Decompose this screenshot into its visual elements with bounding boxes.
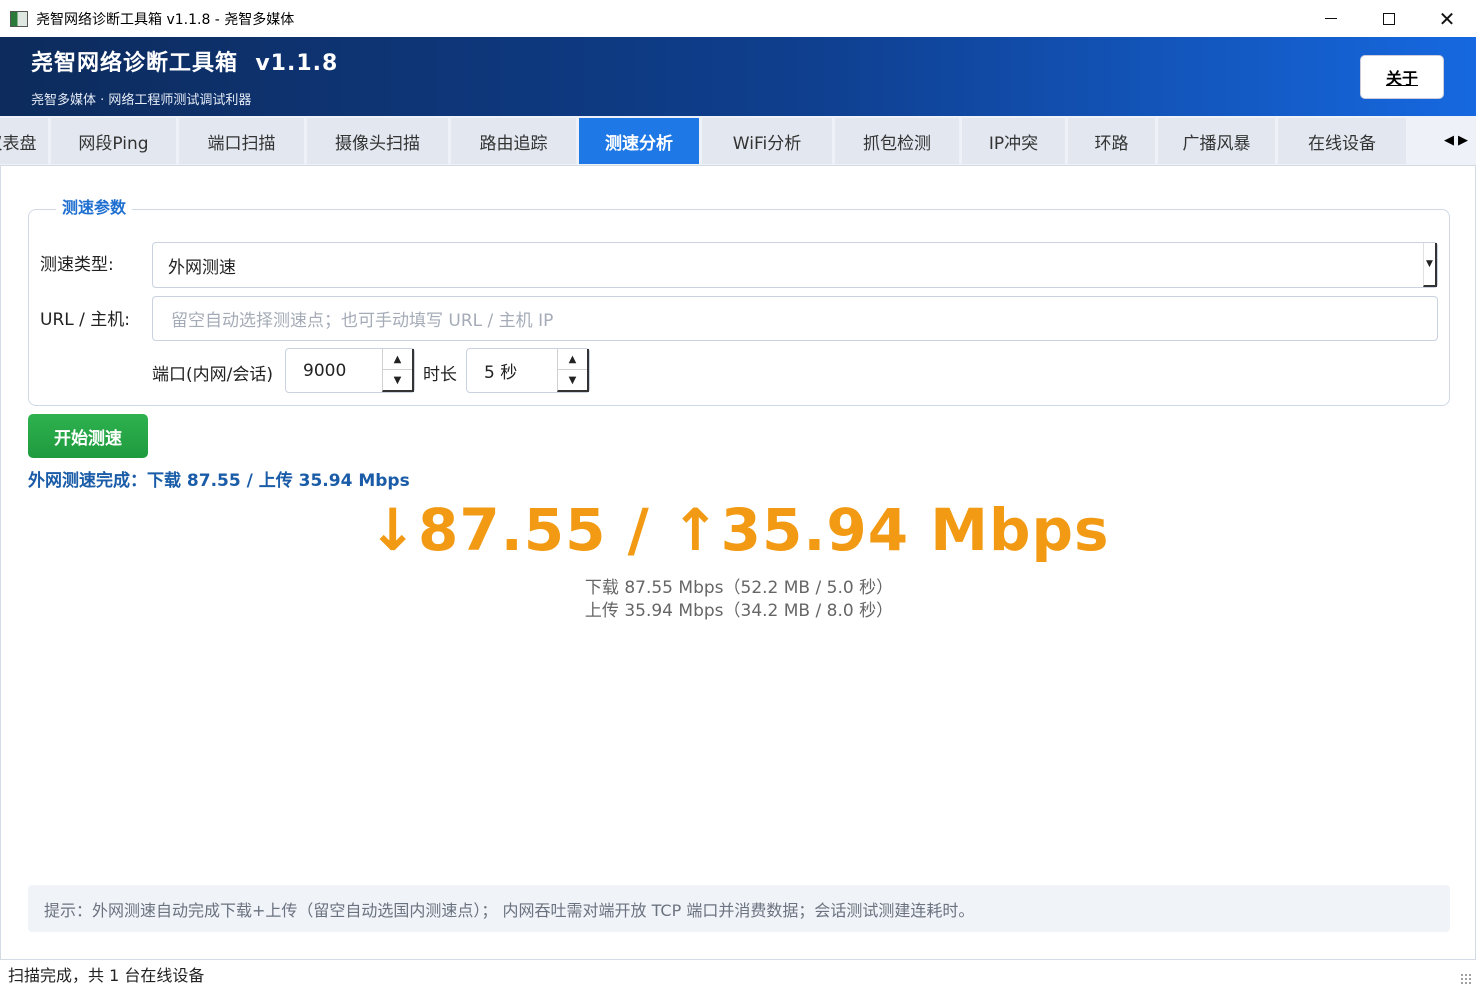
test-type-select[interactable]: 外网测速 ▼ [152, 242, 1438, 288]
speed-test-panel: 测速参数 测速类型: 外网测速 ▼ URL / 主机: 留空自动选择测速点；也可… [0, 165, 1476, 960]
tab-ip-conflict[interactable]: IP冲突 [962, 118, 1065, 164]
status-bar-text: 扫描完成，共 1 台在线设备 [8, 966, 205, 985]
params-group-title: 测速参数 [56, 194, 133, 218]
test-type-value: 外网测速 [168, 257, 236, 278]
minimize-icon [1325, 18, 1337, 19]
url-input[interactable]: 留空自动选择测速点；也可手动填写 URL / 主机 IP [152, 296, 1438, 341]
hint-box: 提示：外网测速自动完成下载+上传（留空自动选国内测速点）； 内网吞吐需对端开放 … [28, 885, 1450, 932]
tab-traceroute[interactable]: 路由追踪 [451, 118, 576, 164]
app-icon [10, 10, 28, 27]
port-decrement-icon[interactable]: ▼ [383, 369, 412, 390]
port-spinbox[interactable]: 9000 ▲ ▼ [285, 348, 415, 393]
tab-port-scan[interactable]: 端口扫描 [179, 118, 304, 164]
tab-subnet-ping[interactable]: 网段Ping [51, 118, 176, 164]
hint-text: 提示：外网测速自动完成下载+上传（留空自动选国内测速点）； 内网吞吐需对端开放 … [44, 900, 975, 920]
chevron-down-icon[interactable]: ▼ [1423, 243, 1437, 287]
tab-scroll-left-icon[interactable]: ◀ [1444, 133, 1454, 148]
speed-headline: ↓87.55 / ↑35.94 Mbps [368, 496, 1110, 564]
about-button[interactable]: 关于 [1360, 55, 1444, 99]
maximize-button[interactable] [1360, 0, 1418, 37]
port-increment-icon[interactable]: ▲ [383, 349, 412, 369]
port-spin-arrows: ▲ ▼ [382, 349, 414, 392]
tab-speed-test[interactable]: 测速分析 [579, 118, 699, 164]
app-name: 尧智网络诊断工具箱 v1.1.8 [31, 51, 339, 76]
duration-label: 时长 [423, 365, 457, 385]
maximize-icon [1383, 12, 1395, 25]
tab-camera-scan[interactable]: 摄像头扫描 [307, 118, 448, 164]
port-value: 9000 [303, 360, 347, 381]
duration-spin-arrows: ▲ ▼ [557, 349, 589, 392]
close-icon: ✕ [1438, 6, 1456, 31]
resize-grip-icon[interactable] [1460, 973, 1472, 985]
tab-scroll-controls: ◀ ▶ [1436, 116, 1476, 165]
url-label: URL / 主机: [40, 310, 130, 330]
url-placeholder: 留空自动选择测速点；也可手动填写 URL / 主机 IP [171, 311, 554, 331]
tab-scroll-right-icon[interactable]: ▶ [1458, 133, 1468, 148]
download-detail: 下载 87.55 Mbps（52.2 MB / 5.0 秒） [584, 578, 894, 598]
params-group: 测速参数 测速类型: 外网测速 ▼ URL / 主机: 留空自动选择测速点；也可… [28, 194, 1450, 406]
port-label: 端口(内网/会话) [152, 365, 273, 385]
header-banner: 尧智网络诊断工具箱 v1.1.8 尧智多媒体 · 网络工程师测试调试利器 关于 [0, 37, 1476, 116]
tab-packet-capture[interactable]: 抓包检测 [835, 118, 959, 164]
app-subtitle: 尧智多媒体 · 网络工程师测试调试利器 [31, 93, 252, 108]
minimize-button[interactable] [1302, 0, 1360, 37]
window-controls: ✕ [1302, 0, 1476, 37]
status-bar: 扫描完成，共 1 台在线设备 [0, 960, 1476, 988]
duration-spinbox[interactable]: 5 秒 ▲ ▼ [466, 348, 590, 393]
tab-online-devices[interactable]: 在线设备 [1278, 118, 1406, 164]
window-titlebar: 尧智网络诊断工具箱 v1.1.8 - 尧智多媒体 ✕ [0, 0, 1476, 37]
upload-detail: 上传 35.94 Mbps（34.2 MB / 8.0 秒） [584, 601, 894, 621]
duration-increment-icon[interactable]: ▲ [558, 349, 587, 369]
tab-dashboard[interactable]: 仪表盘 [0, 118, 48, 164]
test-type-label: 测速类型: [40, 255, 114, 275]
tab-wifi-analysis[interactable]: WiFi分析 [702, 118, 832, 164]
tab-bar: 仪表盘 网段Ping 端口扫描 摄像头扫描 路由追踪 测速分析 WiFi分析 抓… [0, 116, 1476, 165]
start-test-button[interactable]: 开始测速 [28, 414, 148, 458]
duration-decrement-icon[interactable]: ▼ [558, 369, 587, 390]
tab-broadcast-storm[interactable]: 广播风暴 [1158, 118, 1275, 164]
tab-loop[interactable]: 环路 [1068, 118, 1155, 164]
duration-value: 5 秒 [484, 363, 518, 383]
window-title: 尧智网络诊断工具箱 v1.1.8 - 尧智多媒体 [36, 11, 295, 28]
test-status: 外网测速完成：下载 87.55 / 上传 35.94 Mbps [28, 471, 410, 491]
close-button[interactable]: ✕ [1418, 0, 1476, 37]
